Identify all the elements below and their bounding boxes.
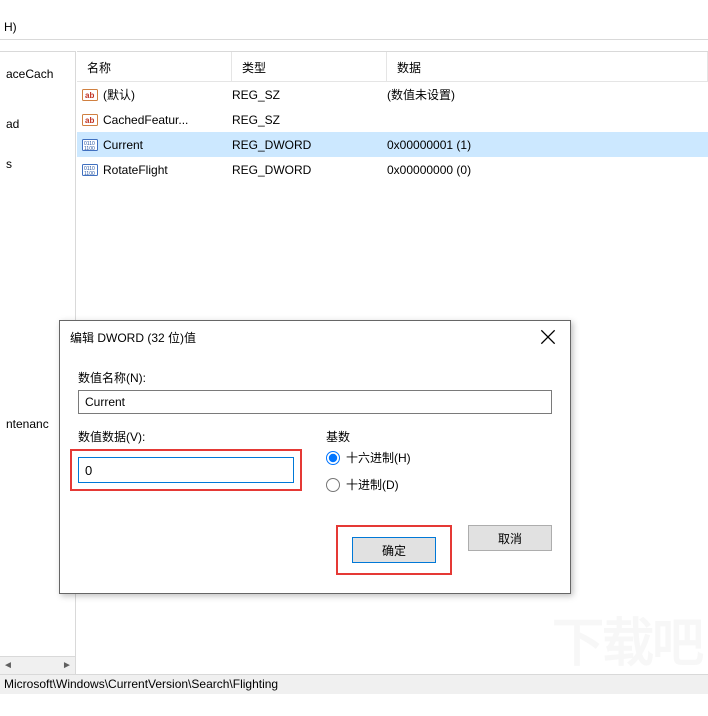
radio-dec-row[interactable]: 十进制(D) xyxy=(326,476,552,493)
dialog-titlebar[interactable]: 编辑 DWORD (32 位)值 xyxy=(60,321,570,353)
tree-item[interactable]: ad xyxy=(0,114,75,134)
row-name: CachedFeatur... xyxy=(103,113,232,127)
row-data: 0x00000000 (0) xyxy=(387,163,708,177)
string-value-icon: ab xyxy=(77,112,103,128)
svg-text:ab: ab xyxy=(85,116,94,125)
highlight-ok-box: 确定 xyxy=(336,525,452,575)
table-row[interactable]: 01101100RotateFlightREG_DWORD0x00000000 … xyxy=(77,157,708,182)
table-row[interactable]: 01101100CurrentREG_DWORD0x00000001 (1) xyxy=(77,132,708,157)
row-data: (数值未设置) xyxy=(387,86,708,103)
radio-hex[interactable] xyxy=(326,451,340,465)
col-header-data[interactable]: 数据 xyxy=(387,52,708,81)
svg-text:1100: 1100 xyxy=(84,146,95,152)
menu-help-key[interactable]: H) xyxy=(4,20,17,34)
value-name-field: Current xyxy=(78,390,552,414)
svg-text:ab: ab xyxy=(85,91,94,100)
ok-button[interactable]: 确定 xyxy=(352,537,436,563)
value-data-label: 数值数据(V): xyxy=(78,428,296,445)
close-icon[interactable] xyxy=(528,323,568,351)
menu-bar: H) xyxy=(0,0,708,40)
row-name: Current xyxy=(103,138,232,152)
radio-hex-row[interactable]: 十六进制(H) xyxy=(326,449,552,466)
table-row[interactable]: ab (默认)REG_SZ(数值未设置) xyxy=(77,82,708,107)
radio-dec[interactable] xyxy=(326,478,340,492)
base-label: 基数 xyxy=(326,428,552,445)
scroll-left-icon[interactable]: ◄ xyxy=(0,660,16,671)
string-value-icon: ab xyxy=(77,87,103,103)
tree-hscrollbar[interactable]: ◄ ► xyxy=(0,656,76,674)
tree-item[interactable]: aceCach xyxy=(0,64,75,84)
row-type: REG_SZ xyxy=(232,113,387,127)
scroll-right-icon[interactable]: ► xyxy=(59,660,75,671)
status-path: Microsoft\Windows\CurrentVersion\Search\… xyxy=(4,677,278,691)
status-bar: Microsoft\Windows\CurrentVersion\Search\… xyxy=(0,674,708,694)
table-row[interactable]: ab CachedFeatur...REG_SZ xyxy=(77,107,708,132)
col-header-type[interactable]: 类型 xyxy=(232,52,387,81)
radio-hex-label: 十六进制(H) xyxy=(346,449,411,466)
binary-value-icon: 01101100 xyxy=(77,162,103,178)
row-type: REG_DWORD xyxy=(232,138,387,152)
row-type: REG_SZ xyxy=(232,88,387,102)
cancel-button[interactable]: 取消 xyxy=(468,525,552,551)
binary-value-icon: 01101100 xyxy=(77,137,103,153)
row-name: RotateFlight xyxy=(103,163,232,177)
value-name-label: 数值名称(N): xyxy=(78,369,552,386)
highlight-value-box xyxy=(70,449,302,491)
edit-dword-dialog: 编辑 DWORD (32 位)值 数值名称(N): Current 数值数据(V… xyxy=(59,320,571,594)
list-header: 名称 类型 数据 xyxy=(77,52,708,82)
radio-dec-label: 十进制(D) xyxy=(346,476,399,493)
row-data: 0x00000001 (1) xyxy=(387,138,708,152)
col-header-name[interactable]: 名称 xyxy=(77,52,232,81)
svg-text:1100: 1100 xyxy=(84,171,95,177)
value-data-input[interactable] xyxy=(78,457,294,483)
row-name: (默认) xyxy=(103,86,232,103)
tree-item[interactable]: s xyxy=(0,154,75,174)
row-type: REG_DWORD xyxy=(232,163,387,177)
dialog-title: 编辑 DWORD (32 位)值 xyxy=(70,329,196,346)
